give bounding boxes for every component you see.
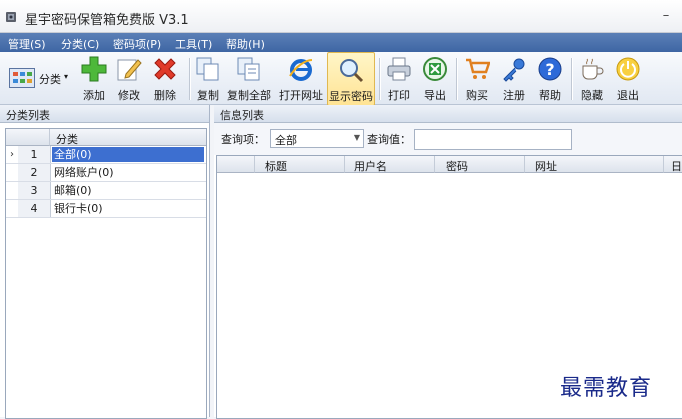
category-row-1[interactable]: › 1 全部(0) (6, 146, 206, 164)
category-row-3[interactable]: 3 邮箱(0) (6, 182, 206, 200)
row-number: 1 (18, 146, 51, 163)
copy-button[interactable]: 复制 (195, 52, 221, 104)
window-title: 星宇密码保管箱免费版 V3.1 (25, 13, 189, 28)
watermark-text: 最需教育 (560, 376, 653, 401)
category-panel: 分类列表 分类 › 1 全部(0) 2 网络账户(0) 3 邮箱(0) 4 银行… (0, 105, 210, 419)
help-button[interactable]: ? 帮助 (537, 52, 563, 104)
dropdown-arrow-icon: ▼ (353, 133, 360, 142)
query-value-label: 查询值： (367, 133, 411, 146)
copy-all-label: 复制全部 (227, 89, 271, 102)
coffee-cup-icon (582, 58, 604, 80)
copy-all-button[interactable]: 复制全部 (227, 52, 271, 104)
menu-tools[interactable]: 工具(T) (175, 36, 212, 52)
register-button[interactable]: 注册 (501, 52, 527, 104)
category-row-2[interactable]: 2 网络账户(0) (6, 164, 206, 182)
export-label: 导出 (424, 89, 446, 102)
open-url-button[interactable]: 打开网址 (279, 52, 323, 104)
category-dropdown-button[interactable]: 分类 ▾ (5, 52, 75, 104)
delete-label: 删除 (154, 89, 176, 102)
menu-manage[interactable]: 管理(S) (8, 36, 46, 52)
excel-export-icon (423, 57, 447, 81)
category-grid: 分类 › 1 全部(0) 2 网络账户(0) 3 邮箱(0) 4 银行卡(0) (5, 128, 207, 419)
plus-icon (81, 56, 107, 82)
copy-icon (196, 57, 219, 81)
copy-label: 复制 (197, 89, 219, 102)
menu-bar: 管理(S) 分类(C) 密码项(P) 工具(T) 帮助(H) (0, 33, 682, 52)
minimize-button[interactable]: – (657, 8, 675, 24)
show-password-label: 显示密码 (329, 90, 373, 103)
add-button[interactable]: 添加 (81, 52, 107, 104)
info-panel-title: 信息列表 (220, 109, 264, 122)
magnifier-icon (340, 59, 364, 83)
export-button[interactable]: 导出 (422, 52, 448, 104)
row-number: 4 (18, 200, 51, 217)
menu-category[interactable]: 分类(C) (61, 36, 99, 52)
category-row-4[interactable]: 4 银行卡(0) (6, 200, 206, 218)
query-item-value: 全部 (275, 134, 297, 147)
info-panel-header: 信息列表 (214, 105, 682, 123)
category-name: 银行卡(0) (54, 202, 103, 215)
buy-button[interactable]: 购买 (464, 52, 490, 104)
row-header-corner (6, 129, 50, 146)
svg-text:?: ? (545, 60, 554, 79)
chevron-down-icon: ▾ (64, 72, 69, 81)
printer-icon (387, 57, 411, 81)
category-panel-title: 分类列表 (6, 109, 50, 122)
query-item-select[interactable]: 全部 ▼ (270, 129, 364, 148)
show-password-button[interactable]: 显示密码 (327, 52, 375, 106)
delete-button[interactable]: 删除 (152, 52, 178, 104)
category-dropdown-label: 分类 (39, 73, 61, 86)
key-icon (503, 58, 525, 82)
current-row-chevron-icon: › (10, 149, 14, 160)
red-x-delete-icon (154, 58, 176, 80)
column-header-date[interactable]: 日 (664, 156, 682, 173)
exit-button[interactable]: 退出 (615, 52, 641, 104)
query-value-input[interactable] (414, 129, 572, 150)
category-column-header[interactable]: 分类 (50, 129, 206, 146)
query-bar: 查询项： 全部 ▼ 查询值： (214, 123, 682, 155)
help-label: 帮助 (539, 89, 561, 102)
grid-icon (9, 68, 35, 88)
row-number: 2 (18, 164, 51, 181)
column-header-url[interactable]: 网址 (525, 156, 664, 173)
category-name: 网络账户(0) (54, 166, 114, 179)
query-item-label: 查询项： (221, 133, 265, 146)
edit-button[interactable]: 修改 (116, 52, 142, 104)
row-number: 3 (18, 182, 51, 199)
category-column-label: 分类 (56, 133, 78, 146)
category-name: 邮箱(0) (54, 184, 92, 197)
safe-app-icon (6, 12, 16, 22)
hide-button[interactable]: 隐藏 (579, 52, 605, 104)
exit-label: 退出 (617, 89, 639, 102)
help-question-icon: ? (538, 57, 562, 81)
category-name: 全部(0) (51, 146, 205, 163)
title-bar: 星宇密码保管箱免费版 V3.1 – (0, 0, 682, 33)
shopping-cart-icon (466, 58, 490, 79)
menu-password-item[interactable]: 密码项(P) (113, 36, 161, 52)
menu-help[interactable]: 帮助(H) (226, 36, 265, 52)
print-button[interactable]: 打印 (386, 52, 412, 104)
column-header-username[interactable]: 用户名 (345, 156, 435, 173)
column-header-password[interactable]: 密码 (435, 156, 525, 173)
power-exit-icon (616, 57, 640, 81)
copy-all-icon (237, 57, 260, 81)
category-panel-header: 分类列表 (0, 105, 209, 123)
row-header-corner (217, 156, 255, 173)
pencil-edit-icon (117, 59, 142, 81)
toolbar: 分类 ▾ 添加 修改 删除 复制 复制全部 打开网址 显示密码 打印 导出 购买… (0, 52, 682, 106)
column-header-title[interactable]: 标题 (255, 156, 345, 173)
internet-explorer-icon (289, 59, 313, 81)
